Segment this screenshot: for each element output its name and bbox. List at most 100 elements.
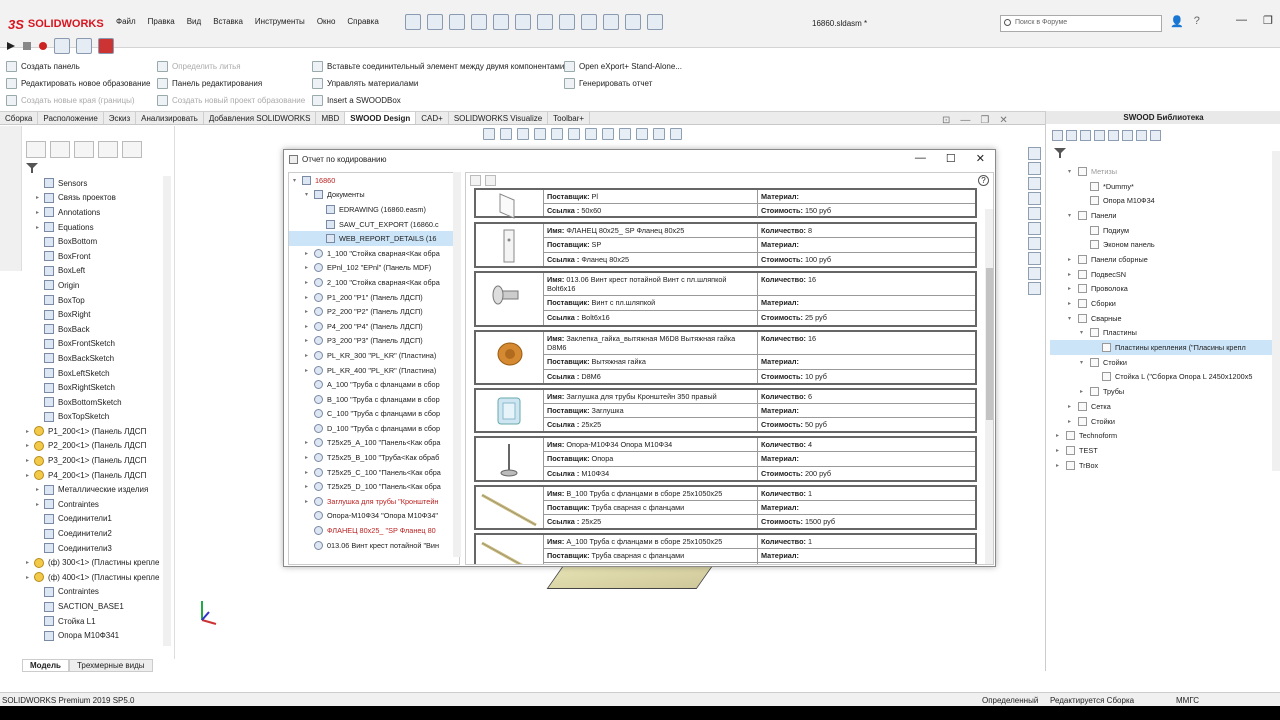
doc-restore-icon[interactable]: ❐ — [980, 115, 989, 126]
expand-toggle-icon[interactable]: ▸ — [1068, 271, 1078, 278]
feature-tree-item[interactable]: BoxFront — [22, 249, 172, 264]
expand-toggle-icon[interactable]: ▸ — [36, 209, 44, 216]
create-panel-button[interactable]: Создать панель — [6, 61, 80, 72]
report-tree-item[interactable]: D_100 "Труба с фланцами в сбор — [289, 421, 459, 436]
report-tree-item[interactable]: ▾ 16860 — [289, 173, 459, 188]
feature-tree-scrollbar[interactable] — [163, 176, 171, 646]
expand-toggle-icon[interactable]: ▾ — [1068, 212, 1078, 219]
report-tree-item[interactable]: ▸ EPnl_102 "EPnl" (Панель MDF) — [289, 261, 459, 276]
feature-tree-item[interactable]: Стойка L1 — [22, 614, 172, 629]
help-icon[interactable]: ? — [1194, 15, 1200, 28]
expand-toggle-icon[interactable]: ▸ — [305, 294, 314, 301]
expand-toggle-icon[interactable]: ▾ — [293, 177, 302, 184]
library-tree-item[interactable]: ▾ Метизы — [1050, 164, 1278, 179]
user-icon[interactable]: 👤 — [1170, 15, 1184, 28]
expand-toggle-icon[interactable]: ▸ — [305, 439, 314, 446]
dialog-minimize-icon[interactable]: — — [915, 152, 926, 165]
tile-icon[interactable]: ⊡ — [942, 115, 950, 126]
tab-3[interactable]: Анализировать — [136, 112, 204, 124]
library-tree-item[interactable]: ▾ Панели — [1050, 208, 1278, 223]
report-back-icon[interactable] — [470, 174, 481, 186]
dimxpert-icon[interactable] — [98, 141, 118, 158]
report-entry-thumbnail[interactable] — [476, 487, 544, 528]
report-entry-thumbnail[interactable] — [476, 390, 544, 431]
tab-6[interactable]: SWOOD Design — [345, 112, 417, 124]
insert-swoodbox-button[interactable]: Insert a SWOODBox — [312, 95, 401, 106]
feature-tree-item[interactable]: Соединители1 — [22, 512, 172, 527]
expand-toggle-icon[interactable]: ▸ — [305, 498, 314, 505]
feature-tree-item[interactable]: ▸ Contraintes — [22, 497, 172, 512]
report-entry-thumbnail[interactable] — [476, 535, 544, 564]
library-tree-item[interactable]: ▸ Панели сборные — [1050, 252, 1278, 267]
report-tree-item[interactable]: ▸ Заглушка для трубы "Кронштейн — [289, 494, 459, 509]
doc-minimize-icon[interactable]: — — [960, 115, 970, 126]
report-entry-thumbnail[interactable] — [476, 273, 544, 325]
feature-tree-item[interactable]: Опора М10Ф341 — [22, 628, 172, 643]
report-tree-item[interactable]: ФЛАНЕЦ 80x25_ "SP Фланец 80 — [289, 523, 459, 538]
feature-tree-item[interactable]: ▸ Металлические изделия — [22, 482, 172, 497]
report-tree-item[interactable]: ▸ 2_100 "Стойка сварная<Как обра — [289, 275, 459, 290]
report-grid-icon[interactable] — [485, 174, 496, 186]
select-pointer-icon[interactable] — [537, 14, 553, 30]
save-icon[interactable] — [471, 14, 487, 30]
expand-toggle-icon[interactable]: ▾ — [1080, 359, 1090, 366]
report-tree-item[interactable]: ▸ T25x25_C_100 "Панель<Как обра — [289, 465, 459, 480]
report-tree-item[interactable]: B_100 "Труба с фланцами в сбор — [289, 392, 459, 407]
insert-connector-button[interactable]: Вставьте соединительный элемент между дв… — [312, 61, 564, 72]
library-stack-icon[interactable] — [1150, 130, 1161, 141]
expand-toggle-icon[interactable]: ▸ — [305, 483, 314, 490]
report-tree-item[interactable]: ▸ PL_KR_400 "PL_KR" (Пластина) — [289, 363, 459, 378]
expand-toggle-icon[interactable]: ▸ — [305, 323, 314, 330]
feature-tree-item[interactable]: BoxLeftSketch — [22, 366, 172, 381]
solidworks-logo[interactable]: 3S SOLIDWORKS — [8, 14, 104, 34]
expand-toggle-icon[interactable]: ▸ — [26, 559, 34, 566]
tab-9[interactable]: Toolbar+ — [548, 112, 591, 124]
options-gear-icon[interactable] — [603, 14, 619, 30]
report-tree-item[interactable]: EDRAWING (16860.easm) — [289, 202, 459, 217]
doc-close-icon[interactable]: ✕ — [999, 115, 1007, 126]
library-tree-item[interactable]: *Dummy* — [1050, 179, 1278, 194]
report-tree-scrollbar[interactable] — [453, 172, 461, 557]
expand-toggle-icon[interactable]: ▸ — [1068, 285, 1078, 292]
expand-toggle-icon[interactable]: ▸ — [26, 442, 34, 449]
feature-tree-item[interactable]: ▸ Связь проектов — [22, 191, 172, 206]
expand-toggle-icon[interactable]: ▸ — [1068, 418, 1078, 425]
view-orientation-icon[interactable] — [568, 128, 580, 140]
create-edges-button[interactable]: Создать новые края (границы) — [6, 95, 134, 106]
expand-toggle-icon[interactable]: ▸ — [305, 454, 314, 461]
feature-tree-item[interactable]: BoxTopSketch — [22, 410, 172, 425]
library-tree-item[interactable]: Подиум — [1050, 223, 1278, 238]
dynamic-annotation-icon[interactable] — [551, 128, 563, 140]
filter-icon[interactable] — [26, 163, 38, 173]
menu-item[interactable]: Инструменты — [255, 17, 305, 26]
report-tree-item[interactable]: C_100 "Труба с фланцами в сбор — [289, 407, 459, 422]
report-scroll-thumb[interactable] — [986, 268, 993, 420]
edit-appearance-icon[interactable] — [619, 128, 631, 140]
library-box-icon[interactable] — [1108, 130, 1119, 141]
expand-toggle-icon[interactable]: ▾ — [1068, 168, 1078, 175]
apply-scene-icon[interactable] — [636, 128, 648, 140]
create-project-button[interactable]: Создать новый проект образование — [157, 95, 305, 106]
display-icon[interactable] — [647, 14, 663, 30]
feature-tree-item[interactable]: BoxBack — [22, 322, 172, 337]
search-input[interactable]: Поиск в Форуме — [1000, 15, 1162, 32]
task-view-palette-icon[interactable] — [1028, 207, 1041, 220]
feature-tree-item[interactable]: Sensors — [22, 176, 172, 191]
expand-toggle-icon[interactable]: ▸ — [26, 574, 34, 581]
library-machine-icon[interactable] — [1122, 130, 1133, 141]
report-help-icon[interactable]: ? — [978, 175, 989, 186]
library-tree-item[interactable]: ▸ TEST — [1050, 443, 1278, 458]
library-tree-item[interactable]: Пластины крепления ("Пласины крепл — [1050, 340, 1278, 355]
menu-item[interactable]: Справка — [347, 17, 378, 26]
library-tree-item[interactable]: Эконом панель — [1050, 237, 1278, 252]
feature-tree-item[interactable]: SACTION_BASE1 — [22, 599, 172, 614]
tab-0[interactable]: Сборка — [0, 112, 39, 124]
feature-tree-item[interactable]: BoxTop — [22, 293, 172, 308]
tab-2[interactable]: Эскиз — [104, 112, 137, 124]
library-hardware-icon[interactable] — [1080, 130, 1091, 141]
record-icon[interactable] — [38, 41, 48, 51]
library-tree-item[interactable]: ▸ Сборки — [1050, 296, 1278, 311]
library-tree-item[interactable]: ▾ Сварные — [1050, 311, 1278, 326]
display-style-icon[interactable] — [585, 128, 597, 140]
expand-toggle-icon[interactable]: ▾ — [305, 191, 314, 198]
